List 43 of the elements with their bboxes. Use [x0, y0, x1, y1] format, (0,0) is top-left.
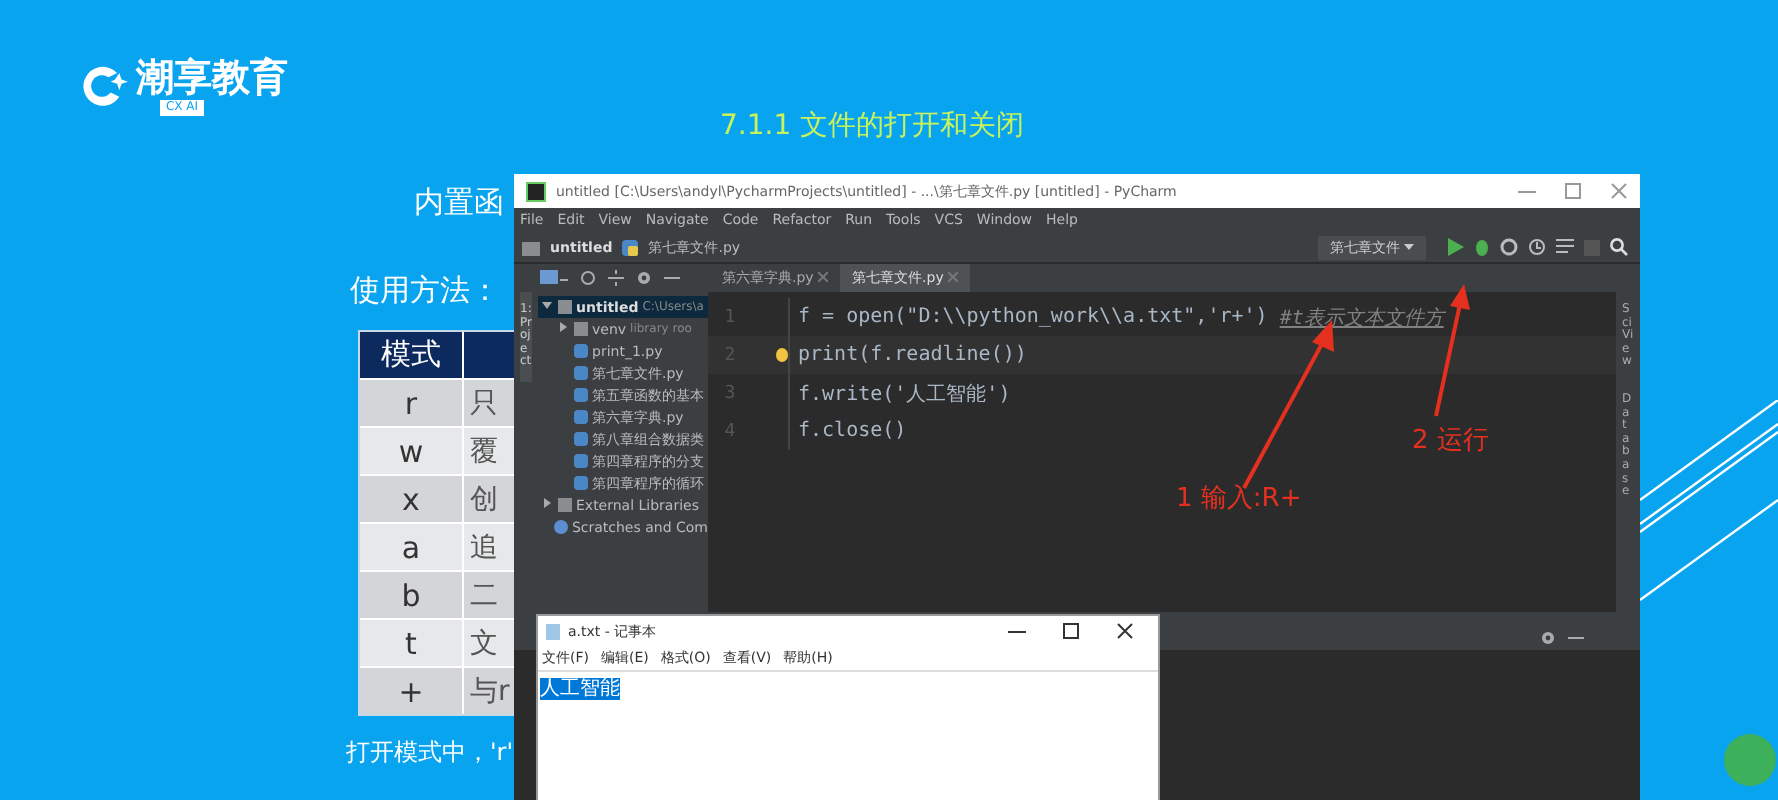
usage-label: 使用方法：	[350, 272, 500, 310]
coverage-icon[interactable]	[1500, 238, 1518, 256]
table-cell-text: 覆	[468, 433, 500, 471]
document-text: 人工智能	[540, 678, 620, 700]
logo-name: 潮享教育	[136, 56, 288, 100]
folder-icon	[522, 239, 540, 255]
code-line: print(f.readline())	[798, 344, 1027, 366]
list-icon[interactable]	[1556, 238, 1574, 256]
code-line: f = open("D:\\python_work\\a.txt",'r+')	[798, 306, 1268, 328]
table-cell-text: 创	[468, 481, 500, 519]
table-cell: +	[360, 668, 464, 714]
close-icon[interactable]	[1116, 622, 1134, 640]
python-file-icon	[622, 239, 639, 255]
code-comment: #t表示文本文件方	[1279, 305, 1444, 331]
profile-icon[interactable]	[1528, 238, 1546, 256]
collapse-icon[interactable]	[608, 270, 624, 286]
intro-text: 内置函	[414, 184, 504, 222]
table-cell-text: 只	[468, 385, 500, 423]
expanded-arrow-icon[interactable]	[542, 300, 552, 310]
settings-icon[interactable]	[636, 270, 652, 286]
app-icon	[526, 181, 546, 201]
collapsed-arrow-icon[interactable]	[542, 498, 552, 508]
table-cell-text: 文	[468, 625, 500, 663]
annotation-text: 1 输入:R+	[1176, 482, 1302, 516]
table-cell-text: 二	[468, 577, 500, 615]
slide-title: 7.1.1 文件的打开和关闭	[720, 108, 1025, 144]
footer-text: 打开模式中，'r'	[346, 736, 514, 770]
code-line: f.close()	[798, 420, 907, 442]
run-icon[interactable]	[1448, 238, 1464, 256]
target-icon[interactable]	[580, 270, 596, 286]
panel-icon[interactable]	[540, 270, 568, 286]
table-cell-text: 与r	[468, 673, 512, 711]
search-icon[interactable]	[1610, 238, 1628, 256]
notepad-icon	[546, 623, 560, 639]
maximize-icon[interactable]	[1062, 622, 1080, 640]
caret-icon	[1404, 243, 1414, 251]
code-line: f.write('人工智能')	[798, 381, 1011, 407]
table-cell-text: 追	[468, 529, 500, 567]
lightbulb-icon[interactable]	[776, 348, 788, 362]
collapsed-arrow-icon[interactable]	[558, 322, 568, 332]
settings-icon[interactable]	[1540, 629, 1556, 645]
annotation-text: 2 运行	[1412, 424, 1489, 458]
debug-icon[interactable]	[1474, 238, 1490, 256]
